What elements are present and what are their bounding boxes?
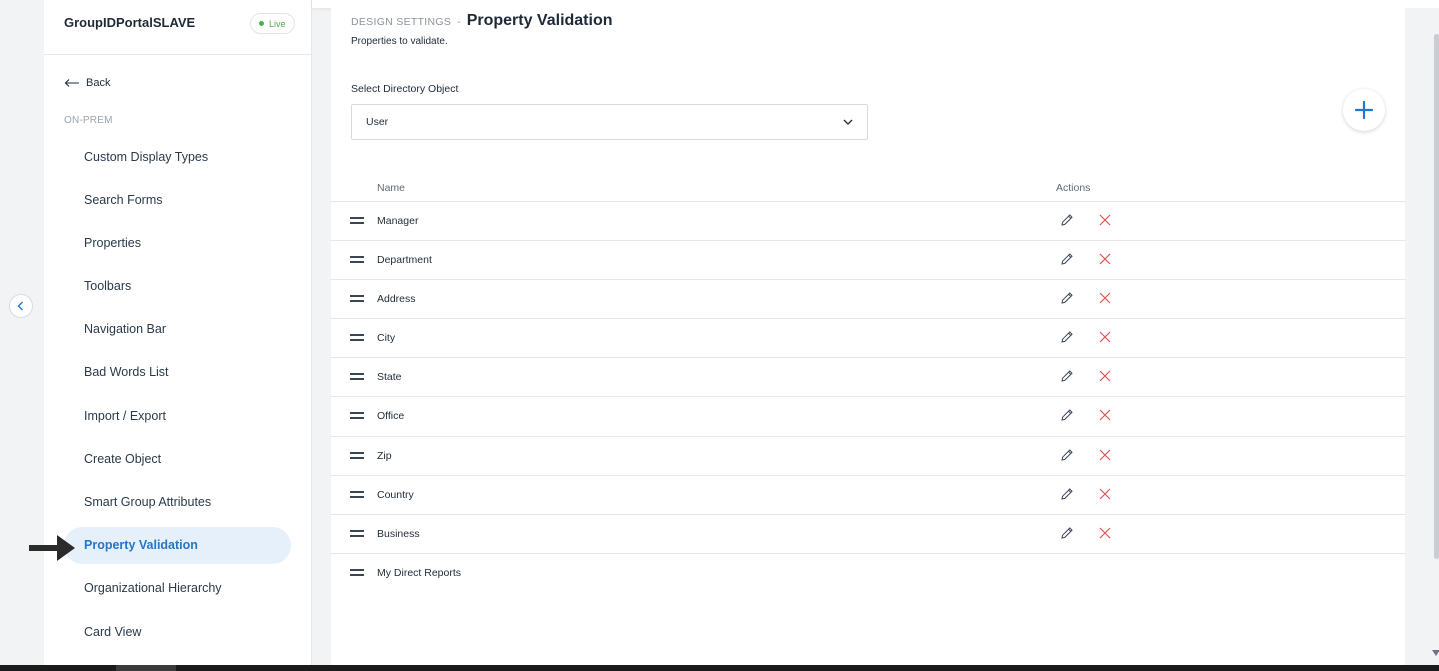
taskbar-strip [0, 665, 1439, 671]
status-badge-label: Live [269, 18, 286, 29]
breadcrumb-separator: - [457, 16, 461, 28]
sidebar-item-toolbars[interactable]: Toolbars [64, 268, 291, 305]
drag-handle-icon[interactable] [350, 490, 364, 499]
directory-object-label: Select Directory Object [351, 83, 459, 95]
pencil-icon[interactable] [1060, 252, 1074, 266]
sidebar-item-card-view[interactable]: Card View [64, 613, 291, 650]
plus-icon [1354, 100, 1374, 120]
left-gutter [0, 0, 44, 665]
sidebar-item-property-validation[interactable]: Property Validation [64, 526, 291, 564]
table-row: Zip [331, 437, 1405, 476]
close-icon[interactable] [1099, 449, 1111, 461]
arrow-left-icon [64, 79, 79, 87]
back-link-label: Back [86, 77, 111, 89]
close-icon[interactable] [1099, 253, 1111, 265]
portal-header: GroupIDPortalSLAVE Live [44, 0, 311, 55]
sidebar-item-organizational-hierarchy[interactable]: Organizational Hierarchy [64, 570, 291, 607]
close-icon[interactable] [1099, 214, 1111, 226]
close-icon[interactable] [1099, 527, 1111, 539]
sidebar-item-properties[interactable]: Properties [64, 224, 291, 261]
collapse-sidebar-button[interactable] [9, 294, 33, 318]
sidebar-item-bad-words-list[interactable]: Bad Words List [64, 354, 291, 391]
row-name: My Direct Reports [377, 566, 462, 579]
section-label: ON-PREM [64, 115, 113, 126]
table-row: Address [331, 280, 1405, 320]
close-icon[interactable] [1099, 331, 1111, 343]
arrow-right-icon [29, 535, 75, 561]
drag-handle-icon[interactable] [350, 412, 364, 420]
row-name: Zip [377, 449, 392, 462]
column-header-name: Name [377, 182, 406, 194]
drag-handle-icon[interactable] [350, 256, 364, 264]
row-name: Business [377, 527, 420, 540]
chevron-left-icon [17, 301, 23, 311]
sidebar-item-create-object[interactable]: Create Object [64, 440, 291, 477]
sidebar-nav: Custom Display Types Search Forms Proper… [64, 138, 291, 656]
drag-handle-icon[interactable] [350, 373, 364, 381]
pencil-icon[interactable] [1060, 291, 1074, 305]
drag-handle-icon[interactable] [350, 568, 364, 577]
table-row: Manager [331, 202, 1405, 242]
add-validation-button[interactable] [1343, 89, 1385, 131]
sidebar-item-navigation-bar[interactable]: Navigation Bar [64, 311, 291, 348]
directory-object-value: User [366, 116, 389, 128]
row-name: State [377, 371, 402, 384]
close-icon[interactable] [1099, 409, 1111, 421]
table-row: My Direct Reports [331, 554, 1405, 593]
table-header: Name Actions [331, 178, 1405, 202]
row-name: Country [377, 488, 414, 501]
row-name: Office [377, 410, 405, 423]
scroll-down-arrow-icon[interactable] [1432, 650, 1439, 656]
close-icon[interactable] [1099, 488, 1111, 500]
breadcrumb-parent[interactable]: DESIGN SETTINGS [351, 16, 451, 28]
row-name: Manager [377, 215, 419, 227]
directory-object-select[interactable]: User [351, 104, 868, 140]
page-subtitle: Properties to validate. [351, 36, 448, 47]
sidebar: GroupIDPortalSLAVE Live Back ON-PREM Cus… [44, 0, 312, 665]
page-title: Property Validation [466, 12, 613, 29]
row-name: Department [377, 254, 432, 267]
sidebar-item-custom-display-types[interactable]: Custom Display Types [64, 138, 291, 175]
pencil-icon[interactable] [1060, 408, 1074, 422]
close-icon[interactable] [1099, 292, 1111, 304]
pencil-icon[interactable] [1060, 526, 1074, 540]
sidebar-item-smart-group-attributes[interactable]: Smart Group Attributes [64, 484, 291, 521]
drag-handle-icon[interactable] [350, 217, 364, 225]
pencil-icon[interactable] [1060, 369, 1074, 383]
table-row: Office [331, 397, 1405, 437]
drag-handle-icon[interactable] [350, 295, 364, 303]
table-row: State [331, 358, 1405, 398]
status-badge: Live [250, 13, 295, 34]
taskbar-tab[interactable] [116, 665, 176, 671]
drag-handle-icon[interactable] [350, 529, 364, 538]
breadcrumb: DESIGN SETTINGS - Property Validation [351, 12, 613, 30]
portal-name: GroupIDPortalSLAVE [64, 15, 196, 30]
pencil-icon[interactable] [1060, 213, 1074, 227]
top-bar [312, 0, 1439, 8]
table-row: Department [331, 241, 1405, 281]
row-name: Address [377, 293, 416, 306]
sidebar-item-search-forms[interactable]: Search Forms [64, 181, 291, 218]
row-name: City [377, 332, 396, 345]
column-header-actions: Actions [1056, 182, 1091, 194]
sidebar-item-import-export[interactable]: Import / Export [64, 397, 291, 434]
validation-table-body: Manager Department Address City State Of… [331, 202, 1405, 593]
back-link[interactable]: Back [64, 77, 110, 89]
scrollbar-thumb[interactable] [1434, 34, 1439, 559]
live-dot-icon [259, 21, 264, 26]
drag-handle-icon[interactable] [350, 334, 364, 342]
page-scrollbar[interactable] [1405, 8, 1439, 665]
pencil-icon[interactable] [1060, 487, 1074, 501]
drag-handle-icon[interactable] [350, 451, 364, 460]
table-row: City [331, 319, 1405, 359]
table-row: Country [331, 476, 1405, 515]
chevron-down-icon [843, 119, 853, 125]
table-row: Business [331, 515, 1405, 554]
pencil-icon[interactable] [1060, 330, 1074, 344]
close-icon[interactable] [1099, 370, 1111, 382]
pencil-icon[interactable] [1060, 448, 1074, 462]
main-content: DESIGN SETTINGS - Property Validation Pr… [331, 8, 1405, 665]
